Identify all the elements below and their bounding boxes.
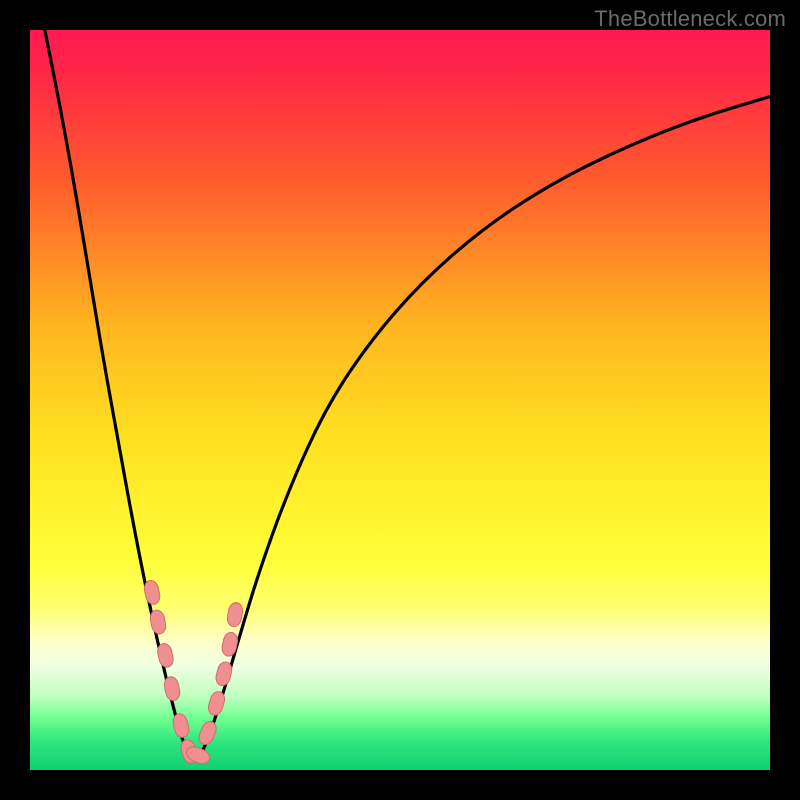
marker-bead [163, 675, 181, 701]
highlight-markers [143, 579, 244, 766]
curve-layer [30, 30, 770, 770]
plot-area [30, 30, 770, 770]
marker-bead [143, 579, 161, 605]
bottleneck-curve [45, 30, 770, 760]
marker-bead [196, 719, 218, 747]
marker-bead [149, 609, 167, 635]
watermark-text: TheBottleneck.com [594, 6, 786, 32]
chart-frame: TheBottleneck.com [0, 0, 800, 800]
marker-bead [226, 602, 244, 628]
marker-bead [171, 712, 190, 739]
marker-bead [214, 660, 233, 687]
marker-bead [156, 642, 175, 668]
